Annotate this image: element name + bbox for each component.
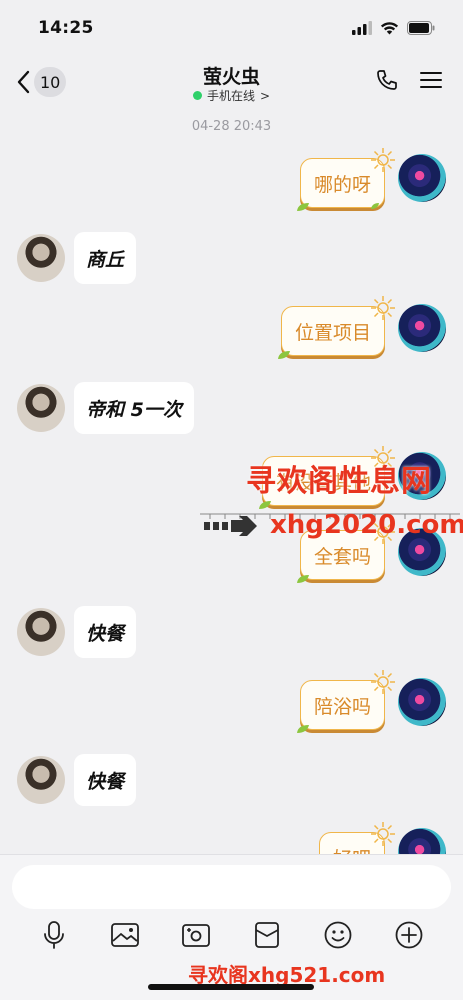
emoji-icon[interactable] [322, 919, 354, 951]
message-bubble-incoming[interactable]: 快餐 [74, 754, 137, 806]
message-row-outgoing: 位置项目 [0, 296, 463, 364]
message-text: 好吧 [333, 844, 371, 855]
my-avatar[interactable] [398, 678, 446, 726]
message-bubble-outgoing[interactable]: 哪的呀 [296, 148, 395, 211]
contact-avatar[interactable] [17, 384, 65, 432]
message-bubble-incoming[interactable]: 商丘 [74, 232, 137, 284]
status-icons [352, 21, 435, 35]
message-bubble-outgoing[interactable]: 陪浴吗 [296, 670, 395, 733]
message-bubble-incoming[interactable]: 帝和 5一次 [74, 382, 194, 434]
message-text: 商丘 [86, 248, 125, 271]
menu-icon[interactable] [419, 70, 443, 90]
message-text: 快餐 [86, 622, 125, 645]
message-text: 全套吗 [313, 545, 371, 568]
sun-decoration-icon [371, 822, 395, 846]
nav-bar: 10 萤火虫 手机在线 > [0, 56, 463, 110]
battery-icon [407, 21, 435, 35]
leaf-decoration-icon [296, 203, 309, 211]
red-packet-icon[interactable] [251, 919, 283, 951]
status-bar: 14:25 [0, 0, 463, 56]
message-row-incoming: 快餐 [0, 752, 463, 812]
input-toolbar [0, 917, 463, 953]
leaf-decoration-icon [296, 725, 309, 733]
message-row-incoming: 帝和 5一次 [0, 380, 463, 440]
message-text: 帝和 5一次 [86, 398, 182, 421]
plus-icon[interactable] [393, 919, 425, 951]
leaf-decoration-icon [277, 351, 290, 359]
message-row-outgoing: 陪浴吗 [0, 670, 463, 738]
leaf-decoration-icon [296, 575, 309, 583]
message-input[interactable] [12, 865, 451, 909]
leaf-decoration-icon [258, 501, 271, 509]
online-dot [192, 91, 202, 100]
status-time: 14:25 [38, 18, 94, 38]
phone-icon[interactable] [375, 68, 399, 92]
message-bubble-outgoing[interactable]: 好吧 [318, 822, 395, 855]
input-area: 寻欢阁xhg521.com [0, 854, 463, 1000]
message-row-outgoing: 好吧 [0, 822, 463, 855]
microphone-icon[interactable] [38, 919, 70, 951]
my-avatar[interactable] [398, 828, 446, 854]
message-row-outgoing: 哪的呀 [0, 148, 463, 214]
message-text: 位置项目 [294, 321, 371, 344]
cellular-signal-icon [352, 21, 372, 35]
message-text: 快餐 [86, 770, 125, 793]
online-status-text: 手机在线 [206, 89, 255, 103]
sun-decoration-icon [371, 670, 395, 694]
message-text: 陪浴吗 [313, 695, 371, 718]
image-icon[interactable] [109, 919, 141, 951]
leaf-decoration-icon [371, 203, 379, 209]
message-bubble-incoming[interactable]: 快餐 [74, 606, 137, 658]
message-row-incoming: 快餐 [0, 604, 463, 664]
nav-actions [375, 68, 443, 92]
contact-avatar[interactable] [17, 756, 65, 804]
camera-icon[interactable] [180, 919, 212, 951]
sun-decoration-icon [371, 148, 395, 172]
message-timestamp: 04-28 20:43 [191, 119, 272, 134]
wifi-icon [380, 22, 399, 35]
my-avatar[interactable] [398, 304, 446, 352]
home-indicator[interactable] [148, 984, 314, 990]
contact-avatar[interactable] [17, 234, 65, 282]
contact-avatar[interactable] [17, 608, 65, 656]
message-text: 哪的呀 [313, 173, 371, 196]
sun-decoration-icon [371, 296, 395, 320]
message-row-incoming: 商丘 [0, 230, 463, 290]
my-avatar[interactable] [398, 154, 446, 202]
watermark-text: 寻欢阁性息网 [246, 464, 432, 499]
message-bubble-outgoing[interactable]: 位置项目 [277, 296, 395, 359]
chevron-right-icon: > [259, 88, 271, 103]
watermark-url: xhg2020.com [270, 510, 463, 540]
